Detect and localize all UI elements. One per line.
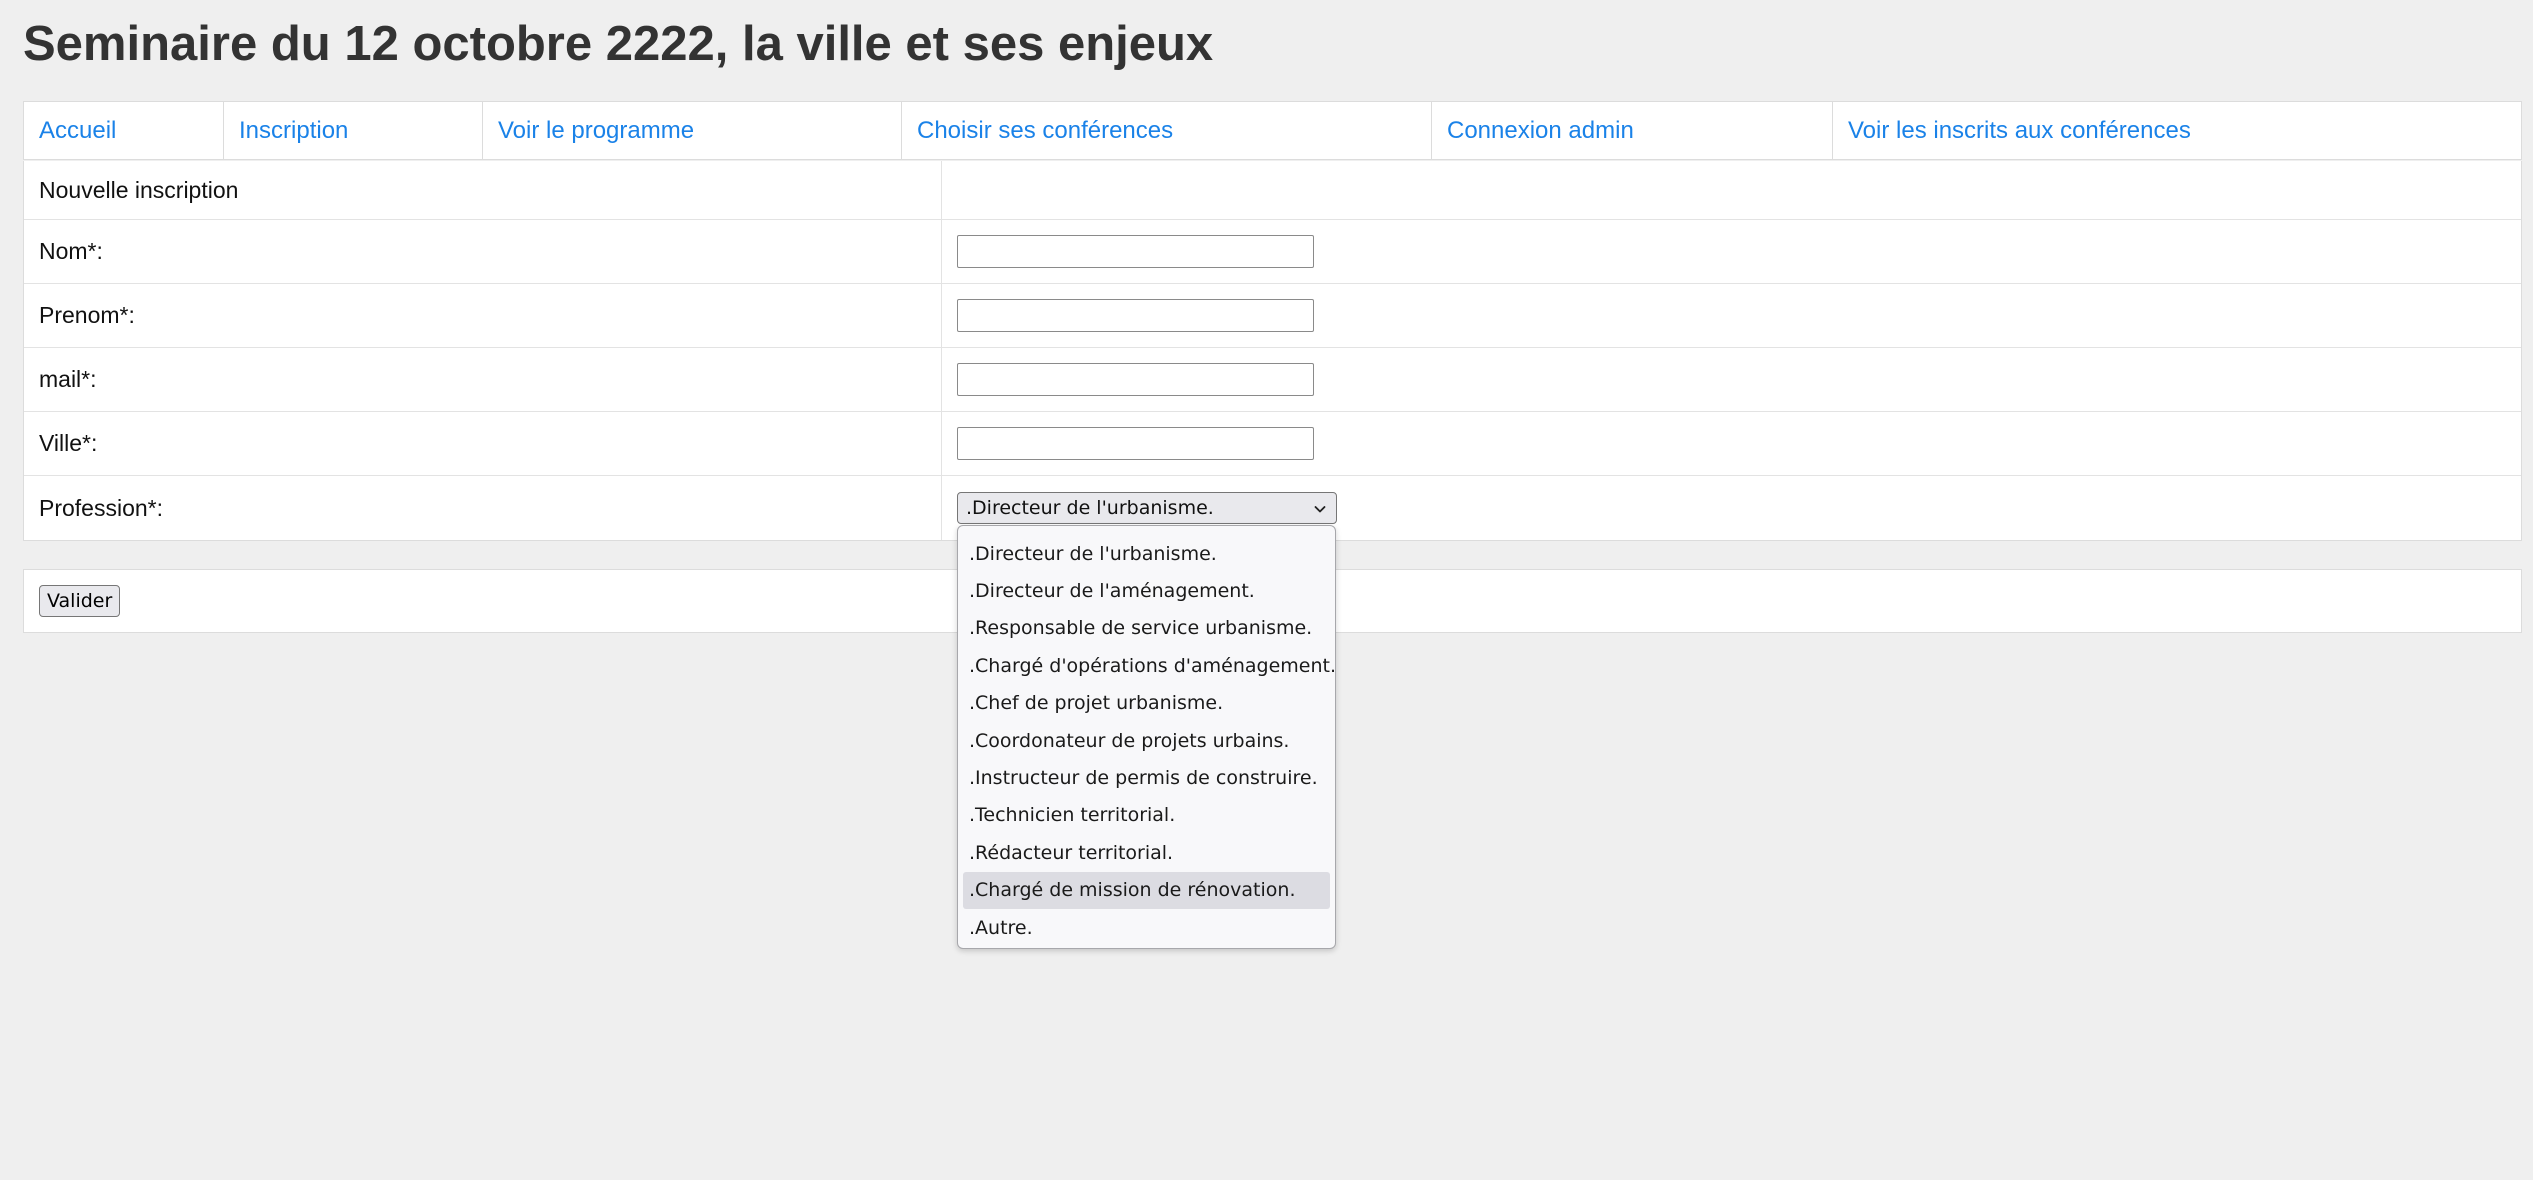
page-title: Seminaire du 12 octobre 2222, la ville e… xyxy=(23,17,1214,71)
nav-link-inscription[interactable]: Inscription xyxy=(239,117,348,145)
valider-button[interactable]: Valider xyxy=(39,585,121,617)
form-heading-empty-cell xyxy=(942,161,2521,219)
nav-link-conferences[interactable]: Choisir ses conférences xyxy=(917,117,1173,145)
chevron-down-icon xyxy=(1312,500,1328,516)
ville-input[interactable] xyxy=(957,427,1314,460)
dropdown-option[interactable]: .Instructeur de permis de construire. xyxy=(963,759,1330,796)
main-navigation: Accueil Inscription Voir le programme Ch… xyxy=(23,101,2522,160)
dropdown-option[interactable]: .Autre. xyxy=(963,909,1330,946)
dropdown-option[interactable]: .Chargé de mission de rénovation. xyxy=(963,871,1330,909)
nav-link-admin[interactable]: Connexion admin xyxy=(1447,117,1634,145)
dropdown-option[interactable]: .Chargé d'opérations d'aménagement. xyxy=(963,647,1336,684)
prenom-row: Prenom*: xyxy=(24,284,2521,348)
nom-label: Nom*: xyxy=(24,220,942,283)
form-heading: Nouvelle inscription xyxy=(24,161,942,219)
ville-cell xyxy=(942,412,2521,475)
nav-link-accueil[interactable]: Accueil xyxy=(39,117,116,145)
dropdown-option[interactable]: .Coordonateur de projets urbains. xyxy=(963,722,1330,759)
profession-dropdown-list: .Directeur de l'urbanisme. .Directeur de… xyxy=(957,525,1336,949)
profession-label: Profession*: xyxy=(24,476,942,540)
nom-row: Nom*: xyxy=(24,220,2521,284)
nav-item-conferences[interactable]: Choisir ses conférences xyxy=(902,102,1432,159)
ville-label: Ville*: xyxy=(24,412,942,475)
dropdown-option[interactable]: .Responsable de service urbanisme. xyxy=(963,610,1330,647)
mail-input[interactable] xyxy=(957,363,1314,396)
registration-form: Nouvelle inscription Nom*: Prenom*: mail… xyxy=(23,161,2522,541)
nav-link-inscrits[interactable]: Voir les inscrits aux conférences xyxy=(1848,117,2191,145)
nav-item-admin[interactable]: Connexion admin xyxy=(1432,102,1833,159)
prenom-label: Prenom*: xyxy=(24,284,942,347)
mail-label: mail*: xyxy=(24,348,942,411)
dropdown-option[interactable]: .Rédacteur territorial. xyxy=(963,834,1330,871)
nom-cell xyxy=(942,220,2521,283)
form-heading-row: Nouvelle inscription xyxy=(24,161,2521,220)
nav-item-inscrits[interactable]: Voir les inscrits aux conférences xyxy=(1833,102,2521,159)
nav-item-programme[interactable]: Voir le programme xyxy=(483,102,902,159)
dropdown-option[interactable]: .Directeur de l'aménagement. xyxy=(963,572,1330,609)
dropdown-option[interactable]: .Chef de projet urbanisme. xyxy=(963,685,1330,722)
profession-select[interactable]: .Directeur de l'urbanisme. xyxy=(957,492,1337,524)
nom-input[interactable] xyxy=(957,235,1314,268)
dropdown-option[interactable]: .Technicien territorial. xyxy=(963,797,1330,834)
nav-item-accueil[interactable]: Accueil xyxy=(24,102,224,159)
profession-selected-value: .Directeur de l'urbanisme. xyxy=(966,497,1214,519)
prenom-input[interactable] xyxy=(957,299,1314,332)
ville-row: Ville*: xyxy=(24,412,2521,476)
nav-item-inscription[interactable]: Inscription xyxy=(224,102,483,159)
mail-cell xyxy=(942,348,2521,411)
mail-row: mail*: xyxy=(24,348,2521,412)
prenom-cell xyxy=(942,284,2521,347)
dropdown-option[interactable]: .Directeur de l'urbanisme. xyxy=(963,535,1330,572)
nav-link-programme[interactable]: Voir le programme xyxy=(498,117,694,145)
